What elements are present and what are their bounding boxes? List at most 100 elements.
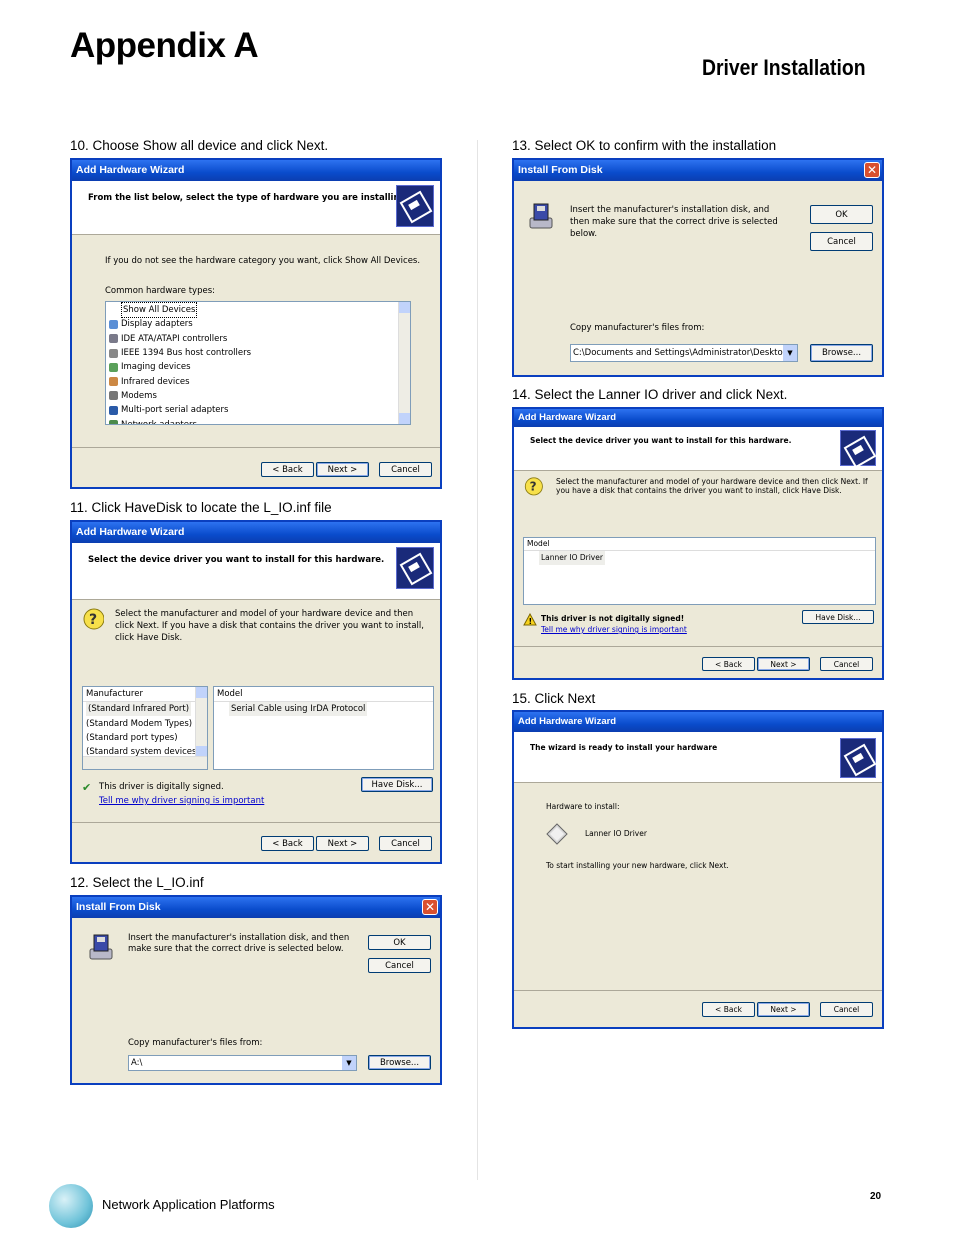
driver-signing-link[interactable]: Tell me why driver signing is important xyxy=(99,796,264,806)
disk-drive-icon xyxy=(529,203,553,229)
source-path-combo[interactable]: A:\ ▼ xyxy=(128,1055,357,1071)
back-button[interactable]: < Back xyxy=(702,1002,755,1017)
list-item[interactable]: Modems xyxy=(106,389,410,403)
list-item-label: Infrared devices xyxy=(121,376,190,387)
header-text: Select the device driver you want to ins… xyxy=(530,436,792,445)
company-logo xyxy=(49,1184,93,1228)
manufacturer-header: Manufacturer xyxy=(83,687,207,703)
step-11-caption: 11. Click HaveDisk to locate the L_IO.in… xyxy=(70,500,332,515)
back-button[interactable]: < Back xyxy=(261,836,314,851)
step-14-caption: 14. Select the Lanner IO driver and clic… xyxy=(512,387,788,402)
next-button[interactable]: Next > xyxy=(316,462,369,477)
device-category-icon xyxy=(109,319,118,329)
footer-text: Network Application Platforms xyxy=(102,1197,275,1212)
back-button[interactable]: < Back xyxy=(261,462,314,477)
dialog-header: The wizard is ready to install your hard… xyxy=(514,732,882,783)
insert-disk-text: Insert the manufacturer's installation d… xyxy=(570,205,778,239)
next-button[interactable]: Next > xyxy=(757,1002,810,1017)
list-item-label: IDE ATA/ATAPI controllers xyxy=(121,333,228,344)
hint-text: If you do not see the hardware category … xyxy=(105,256,421,266)
hardware-types-list[interactable]: Show All Devices Display adapters IDE ATA/… xyxy=(105,301,411,425)
chevron-down-icon[interactable]: ▼ xyxy=(342,1056,356,1070)
step-12-caption: 12. Select the L_IO.inf xyxy=(70,875,204,890)
device-category-icon xyxy=(109,391,118,401)
list-item-label: Serial Cable using IrDA Protocol xyxy=(229,702,368,717)
list-item[interactable]: Network adapters xyxy=(106,417,410,424)
list-item[interactable]: (Standard port types) xyxy=(83,731,207,745)
list-item-label: Modems xyxy=(121,390,157,401)
header-text: From the list below, select the type of … xyxy=(88,193,406,203)
hardware-name: Lanner IO Driver xyxy=(585,829,647,838)
unsigned-warning-text: This driver is not digitally signed! xyxy=(541,614,685,623)
driver-signing-link[interactable]: Tell me why driver signing is important xyxy=(541,625,687,634)
svg-text:!: ! xyxy=(529,617,533,626)
cancel-button[interactable]: Cancel xyxy=(379,462,432,477)
list-item[interactable]: Lanner IO Driver xyxy=(536,551,875,566)
cancel-button[interactable]: Cancel xyxy=(379,836,432,851)
cancel-button[interactable]: Cancel xyxy=(810,232,873,251)
browse-button[interactable]: Browse... xyxy=(368,1055,431,1070)
source-path-value: C:\Documents and Settings\Administrator\… xyxy=(573,348,783,358)
ok-button[interactable]: OK xyxy=(368,935,431,950)
chevron-down-icon[interactable]: ▼ xyxy=(783,345,797,361)
disk-drive-icon xyxy=(89,934,113,960)
device-category-icon xyxy=(109,377,118,387)
list-item-label: Display adapters xyxy=(121,319,193,330)
dialog-step12: Install From Disk ✕ Insert the manufactu… xyxy=(70,895,442,1085)
cancel-button[interactable]: Cancel xyxy=(820,657,873,671)
list-item[interactable]: Infrared devices xyxy=(106,374,410,388)
close-button[interactable]: ✕ xyxy=(422,899,438,915)
list-item[interactable]: (Standard Modem Types) xyxy=(83,717,207,731)
back-button[interactable]: < Back xyxy=(702,657,755,671)
svg-text:?: ? xyxy=(530,480,537,494)
browse-button[interactable]: Browse... xyxy=(810,344,873,362)
list-scrollbar[interactable] xyxy=(195,687,207,757)
next-button[interactable]: Next > xyxy=(757,657,810,671)
step-13-caption: 13. Select OK to confirm with the instal… xyxy=(512,138,777,153)
list-item[interactable]: Serial Cable using IrDA Protocol xyxy=(214,702,433,717)
list-item[interactable]: IEEE 1394 Bus host controllers xyxy=(106,346,410,360)
wizard-icon xyxy=(396,547,434,589)
have-disk-button[interactable]: Have Disk... xyxy=(802,610,874,624)
list-item-label: Multi-port serial adapters xyxy=(121,405,229,416)
cancel-button[interactable]: Cancel xyxy=(368,958,431,973)
list-item-label: Imaging devices xyxy=(121,362,191,373)
device-category-icon xyxy=(109,334,118,344)
dialog-titlebar: Install From Disk xyxy=(72,897,440,918)
list-item[interactable]: Imaging devices xyxy=(106,360,410,374)
next-button[interactable]: Next > xyxy=(316,836,369,851)
source-path-combo[interactable]: C:\Documents and Settings\Administrator\… xyxy=(570,344,798,362)
list-item-label: (Standard Infrared Port) xyxy=(86,702,192,717)
copy-from-label: Copy manufacturer's files from: xyxy=(570,323,705,333)
device-category-icon xyxy=(109,348,118,358)
model-list[interactable]: Model Serial Cable using IrDA Protocol xyxy=(213,686,434,770)
dialog-step14: Add Hardware Wizard Select the device dr… xyxy=(512,407,884,680)
device-category-icon xyxy=(109,405,118,415)
question-icon: ? xyxy=(83,608,104,630)
list-item[interactable]: IDE ATA/ATAPI controllers xyxy=(106,332,410,346)
dialog-step15: Add Hardware Wizard The wizard is ready … xyxy=(512,710,884,1029)
list-item[interactable]: (Standard Infrared Port) xyxy=(83,702,207,717)
dialog-header: From the list below, select the type of … xyxy=(72,181,440,235)
ok-button[interactable]: OK xyxy=(810,205,873,224)
close-button[interactable]: ✕ xyxy=(864,162,880,178)
list-item-label: Lanner IO Driver xyxy=(539,551,605,566)
wizard-icon xyxy=(840,738,876,778)
list-item[interactable]: Multi-port serial adapters xyxy=(106,403,410,417)
device-category-icon xyxy=(109,306,118,315)
hardware-label: Hardware to install: xyxy=(546,802,620,811)
list-item[interactable]: Show All Devices xyxy=(106,302,410,319)
manufacturer-list[interactable]: Manufacturer (Standard Infrared Port) (St… xyxy=(82,686,208,770)
svg-text:?: ? xyxy=(89,612,97,628)
model-list[interactable]: Model Lanner IO Driver xyxy=(523,537,876,605)
have-disk-button[interactable]: Have Disk... xyxy=(361,777,433,792)
horizontal-scrollbar[interactable] xyxy=(83,756,207,769)
dialog-step11: Add Hardware Wizard Select the device dr… xyxy=(70,520,442,864)
model-header: Model xyxy=(214,687,433,703)
insert-disk-text: Insert the manufacturer's installation d… xyxy=(128,933,350,954)
description-text: Select the manufacturer and model of you… xyxy=(115,609,424,643)
cancel-button[interactable]: Cancel xyxy=(820,1002,873,1017)
device-category-icon xyxy=(109,420,118,424)
list-scrollbar[interactable] xyxy=(398,302,410,424)
list-item[interactable]: Display adapters xyxy=(106,317,410,331)
